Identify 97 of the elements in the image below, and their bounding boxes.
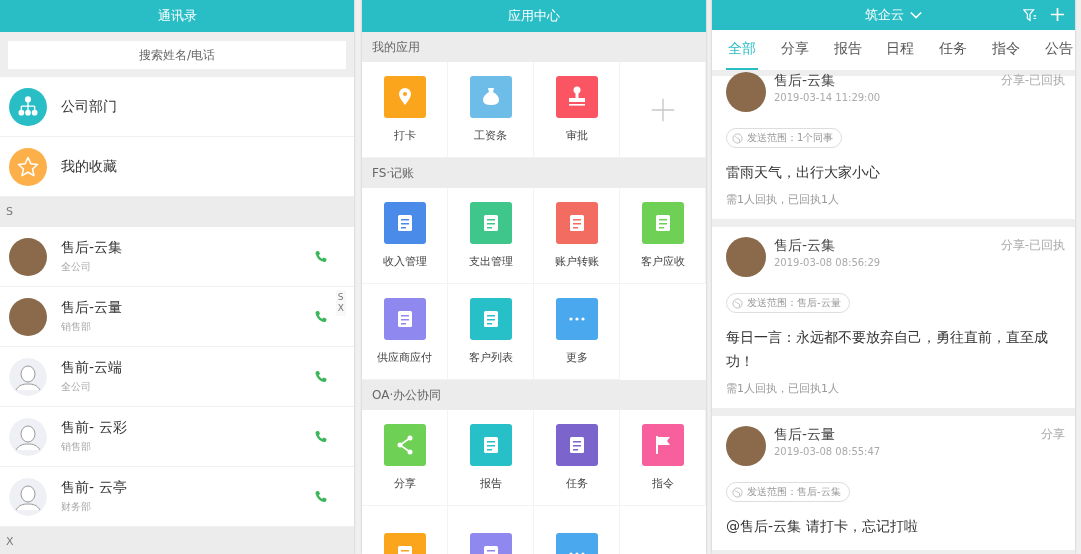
- post-content: 每日一言：永远都不要放弃自己，勇往直前，直至成功！: [726, 328, 1049, 371]
- contact-department: 销售部: [61, 320, 92, 334]
- contact-name: 售前- 云亭: [61, 479, 128, 497]
- chevron-down-icon[interactable]: [910, 11, 922, 19]
- app-icon[interactable]: [555, 76, 598, 118]
- app-icon[interactable]: [383, 76, 426, 118]
- post-status: 分享: [1041, 426, 1065, 443]
- app-label: 报告: [479, 476, 502, 491]
- app-label: 更多: [565, 350, 588, 365]
- contact-department: 全公司: [61, 260, 92, 274]
- shortcut-item[interactable]: 公司部门: [0, 77, 354, 137]
- section-header: OA·办公协同: [362, 380, 706, 410]
- app-label: 工资条: [474, 128, 507, 143]
- avatar-icon: [9, 417, 47, 456]
- globe-icon: [732, 297, 743, 309]
- app-label: 支出管理: [468, 254, 513, 269]
- contact-row[interactable]: 售前-云端 全公司: [0, 347, 354, 407]
- app-icon[interactable]: [469, 76, 512, 118]
- section-letter: X: [0, 527, 354, 554]
- phone-icon[interactable]: [314, 309, 328, 324]
- phone-icon[interactable]: [314, 249, 328, 264]
- app-icon[interactable]: [383, 424, 426, 466]
- app-icon[interactable]: [383, 202, 426, 244]
- post-status: 分享-已回执: [1000, 237, 1065, 254]
- section-header: FS·记账: [362, 158, 706, 188]
- app-icon[interactable]: [641, 202, 684, 244]
- post-time: 2019-03-14 11:29:00: [774, 92, 882, 103]
- post-time: 2019-03-08 08:56:29: [774, 257, 882, 268]
- add-icon[interactable]: [649, 96, 676, 123]
- filter-tab[interactable]: 指令: [990, 30, 1023, 70]
- contact-department: 财务部: [61, 500, 92, 514]
- filter-tab[interactable]: 报告: [831, 30, 864, 70]
- app-icon[interactable]: [469, 202, 512, 244]
- app-label: 任务: [565, 476, 588, 491]
- photo-placeholder: [9, 237, 47, 276]
- section-header: 我的应用: [362, 32, 706, 62]
- post-status: 分享-已回执: [1000, 72, 1065, 89]
- index-letter[interactable]: S: [337, 292, 344, 303]
- scope-text: 发送范围：售后-云集: [747, 485, 841, 499]
- screen-title: 应用中心: [508, 7, 560, 25]
- receipt-status: 需1人回执，已回执1人: [726, 381, 840, 396]
- photo-placeholder: [726, 72, 766, 112]
- filter-icon[interactable]: [1023, 8, 1037, 22]
- author-name: 售后-云量: [774, 426, 837, 444]
- avatar-icon: [9, 357, 47, 396]
- contact-row[interactable]: 售后-云集 全公司: [0, 227, 354, 287]
- contact-department: 销售部: [61, 440, 92, 454]
- app-label: 账户转账: [554, 254, 599, 269]
- scope-text: 发送范围：1个同事: [747, 131, 834, 145]
- index-letter[interactable]: X: [337, 303, 344, 314]
- filter-tab[interactable]: 分享: [778, 30, 811, 70]
- post-content: @售后-云集 请打卡，忘记打啦: [726, 517, 919, 536]
- app-label: 客户应收: [640, 254, 685, 269]
- shortcut-label: 我的收藏: [61, 157, 117, 176]
- search-field[interactable]: 搜索姓名/电话: [8, 41, 346, 69]
- filter-tab[interactable]: 任务: [937, 30, 970, 70]
- app-icon[interactable]: [641, 424, 684, 466]
- app-icon[interactable]: [555, 298, 598, 340]
- contact-name: 售后-云量: [61, 299, 124, 317]
- contact-name: 售前-云端: [61, 359, 124, 377]
- author-name: 售后-云集: [774, 237, 837, 255]
- app-icon[interactable]: [555, 424, 598, 466]
- author-name: 售后-云集: [774, 72, 837, 90]
- shortcut-label: 公司部门: [61, 97, 117, 116]
- phone-icon[interactable]: [314, 489, 328, 504]
- app-label: 收入管理: [382, 254, 427, 269]
- section-letter: S: [0, 197, 354, 227]
- scope-text: 发送范围：售后-云量: [747, 296, 841, 310]
- app-icon[interactable]: [383, 298, 426, 340]
- photo-placeholder: [9, 297, 47, 336]
- app-label: 审批: [565, 128, 588, 143]
- phone-icon[interactable]: [314, 369, 328, 384]
- photo-placeholder: [726, 426, 766, 466]
- phone-icon[interactable]: [314, 429, 328, 444]
- avatar-icon: [9, 477, 47, 516]
- app-label: 客户列表: [468, 350, 513, 365]
- app-icon[interactable]: [469, 424, 512, 466]
- app-label: 分享: [393, 476, 416, 491]
- contact-department: 全公司: [61, 380, 92, 394]
- post-content: 雷雨天气，出行大家小心: [726, 163, 881, 182]
- app-icon[interactable]: [555, 202, 598, 244]
- screen-title: 通讯录: [157, 7, 197, 25]
- app-label: 打卡: [393, 128, 416, 143]
- photo-placeholder: [726, 237, 766, 277]
- contact-name: 售后-云集: [61, 239, 124, 257]
- contact-row[interactable]: 售前- 云彩 销售部: [0, 407, 354, 467]
- globe-icon: [732, 132, 743, 144]
- app-label: 指令: [651, 476, 674, 491]
- app-label: 供应商应付: [377, 350, 432, 365]
- index-bar[interactable]: S X: [335, 290, 346, 316]
- globe-icon: [732, 486, 743, 498]
- post-time: 2019-03-08 08:55:47: [774, 446, 882, 457]
- filter-tab[interactable]: 日程: [884, 30, 917, 70]
- app-icon[interactable]: [469, 298, 512, 340]
- contact-name: 售前- 云彩: [61, 419, 128, 437]
- receipt-status: 需1人回执，已回执1人: [726, 192, 840, 207]
- filter-tab[interactable]: 公告: [1042, 30, 1075, 70]
